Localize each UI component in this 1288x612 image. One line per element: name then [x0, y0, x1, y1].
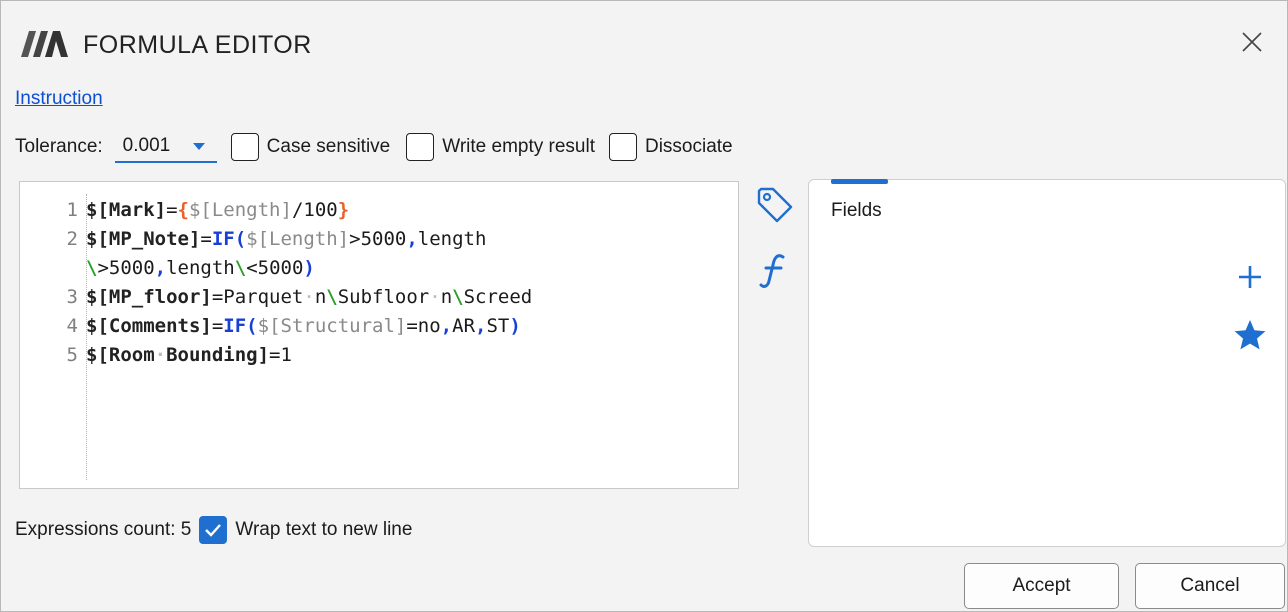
line-number: 4	[66, 315, 78, 337]
checkbox-box	[406, 133, 435, 161]
wrap-text-checkbox[interactable]: Wrap text to new line	[199, 516, 412, 544]
checkbox-box	[230, 133, 259, 161]
check-icon	[205, 524, 222, 537]
case-sensitive-label: Case sensitive	[266, 136, 391, 157]
code-line: 1 $[Mark]={$[Length]/100}	[20, 196, 738, 225]
formula-code-editor[interactable]: 1 $[Mark]={$[Length]/100} 2 $[MP_Note]=I…	[19, 181, 739, 489]
tolerance-label: Tolerance:	[15, 136, 103, 157]
chevron-down-icon	[192, 142, 205, 150]
code-line: 3 $[MP_floor]=Parquet·n\Subfloor·n\Scree…	[20, 283, 738, 312]
function-icon[interactable]	[757, 251, 793, 291]
title-bar: FORMULA EDITOR	[1, 1, 1287, 83]
code-lines: 1 $[Mark]={$[Length]/100} 2 $[MP_Note]=I…	[20, 196, 738, 370]
line-number: 2	[66, 228, 78, 250]
options-bar: Tolerance: 0.001 Case sensitive Write em…	[15, 129, 733, 165]
case-sensitive-checkbox[interactable]: Case sensitive	[230, 133, 391, 161]
line-number	[20, 254, 84, 283]
star-icon	[1234, 320, 1266, 350]
code-text: $[MP_Note]=IF($[Length]>5000,length	[86, 228, 487, 250]
tolerance-dropdown[interactable]: 0.001	[114, 131, 217, 163]
tab-fields[interactable]: Fields	[831, 200, 882, 222]
code-line: \>5000,length\<5000)	[20, 254, 738, 283]
expressions-count: Expressions count: 5	[15, 519, 192, 540]
code-text: \>5000,length\<5000)	[86, 257, 315, 279]
line-number: 1	[66, 199, 78, 221]
favorites-button[interactable]	[1233, 318, 1267, 352]
checkbox-box	[199, 516, 228, 544]
line-number: 5	[66, 344, 78, 366]
dissociate-checkbox[interactable]: Dissociate	[608, 133, 733, 161]
checkbox-box	[608, 133, 637, 161]
code-text: $[Room·Bounding]=1	[86, 344, 292, 366]
formula-editor-window: FORMULA EDITOR Instruction Tolerance: 0.…	[0, 0, 1288, 612]
tolerance-value: 0.001	[122, 135, 171, 156]
line-number: 3	[66, 286, 78, 308]
close-button[interactable]	[1235, 25, 1269, 59]
window-title: FORMULA EDITOR	[83, 31, 312, 59]
code-text: $[MP_floor]=Parquet·n\Subfloor·n\Screed	[86, 286, 533, 308]
code-text: $[Mark]={$[Length]/100}	[86, 199, 350, 221]
code-line: 4 $[Comments]=IF($[Structural]=no,AR,ST)	[20, 312, 738, 341]
add-field-button[interactable]	[1233, 260, 1267, 294]
code-line: 5 $[Room·Bounding]=1	[20, 341, 738, 370]
code-line: 2 $[MP_Note]=IF($[Length]>5000,length	[20, 225, 738, 254]
tag-icon[interactable]	[755, 185, 795, 225]
write-empty-result-label: Write empty result	[442, 136, 595, 157]
cancel-button[interactable]: Cancel	[1135, 563, 1285, 609]
footer-status: Expressions count: 5 Wrap text to new li…	[15, 516, 412, 544]
close-icon	[1242, 32, 1262, 52]
write-empty-result-checkbox[interactable]: Write empty result	[406, 133, 595, 161]
instruction-link[interactable]: Instruction	[15, 88, 103, 110]
app-logo-icon	[21, 31, 68, 57]
fields-tab-indicator	[831, 179, 888, 184]
fields-panel: Fields	[808, 179, 1286, 547]
wrap-text-label: Wrap text to new line	[235, 519, 413, 540]
code-text: $[Comments]=IF($[Structural]=no,AR,ST)	[86, 315, 521, 337]
accept-button[interactable]: Accept	[964, 563, 1119, 609]
dissociate-label: Dissociate	[644, 136, 733, 157]
add-icon	[1239, 266, 1261, 288]
